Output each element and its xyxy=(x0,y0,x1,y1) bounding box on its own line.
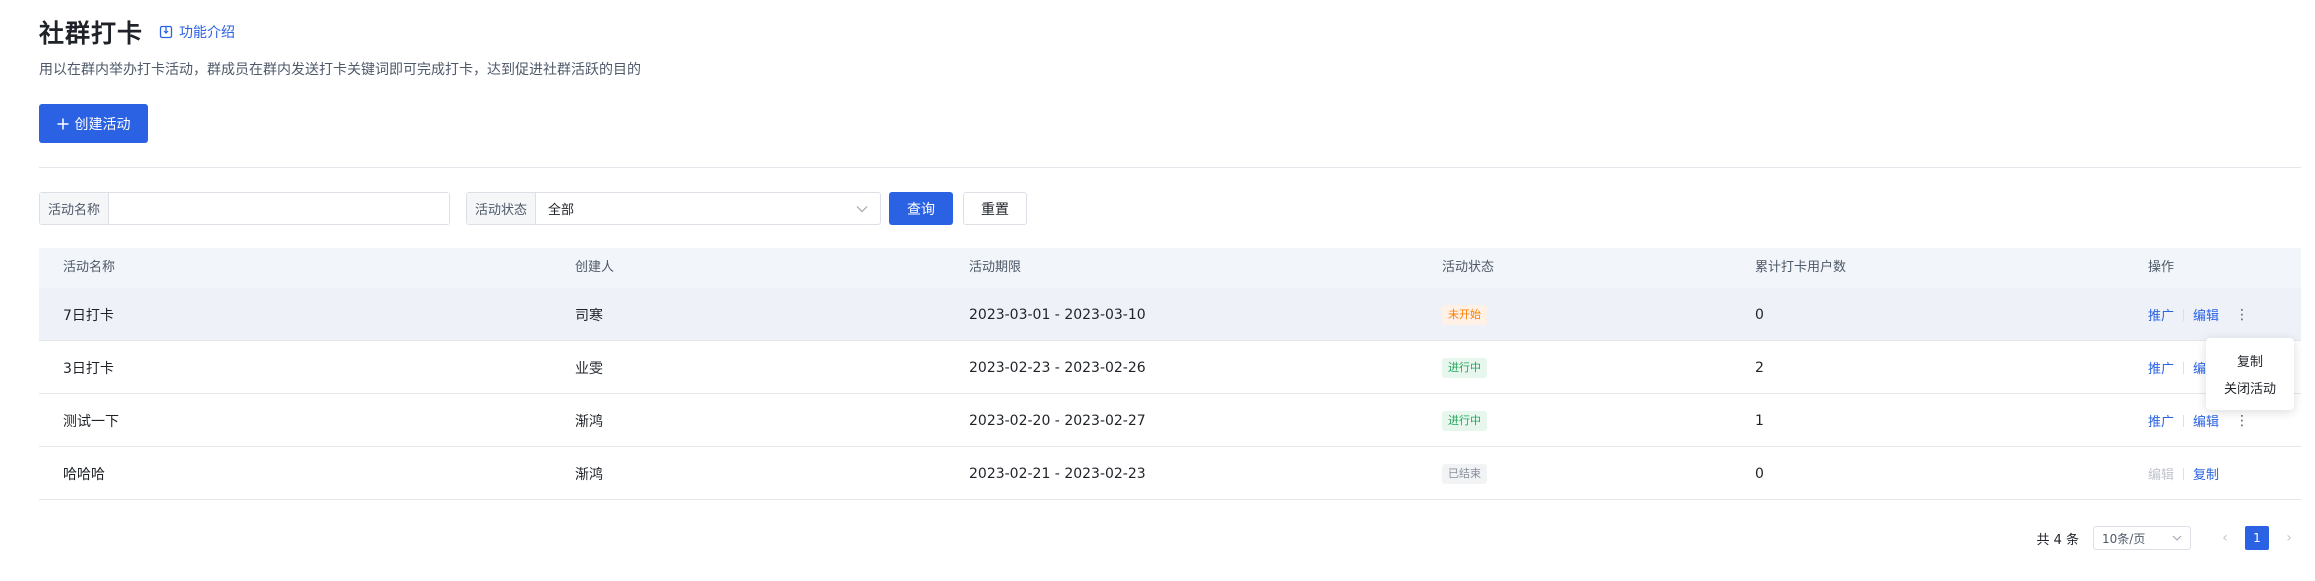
column-header-status: 活动状态 xyxy=(1442,260,1495,275)
row-checkin-count: 1 xyxy=(1755,412,1764,429)
chevron-down-icon xyxy=(2172,535,2182,541)
feature-intro-link[interactable]: 功能介绍 xyxy=(159,22,235,42)
pagination: 共 4 条 10条/页 ‹ 1 › xyxy=(2036,526,2301,550)
column-header-period: 活动期限 xyxy=(969,260,1022,275)
plus-icon xyxy=(57,118,68,129)
row-actions: 推广 编 xyxy=(2148,341,2206,394)
row-activity-name: 测试一下 xyxy=(63,413,119,430)
column-header-count: 累计打卡用户数 xyxy=(1755,260,1847,275)
row-period: 2023-02-21 - 2023-02-23 xyxy=(969,465,1146,482)
section-divider xyxy=(39,167,2301,168)
activity-status-value: 全部 xyxy=(548,203,575,218)
table-row: 7日打卡 司寒 2023-03-01 - 2023-03-10 未开始 0 推广… xyxy=(39,288,2301,341)
filter-bar: 活动名称 活动状态 全部 查询 重置 xyxy=(39,192,1028,225)
dropdown-item-close-activity[interactable]: 关闭活动 xyxy=(2224,378,2276,397)
feature-intro-label: 功能介绍 xyxy=(179,25,236,41)
edit-link[interactable]: 编辑 xyxy=(2193,411,2219,430)
action-separator xyxy=(2183,414,2185,427)
row-activity-name: 哈哈哈 xyxy=(63,466,105,483)
chevron-right-icon[interactable]: › xyxy=(2277,530,2301,546)
column-header-creator: 创建人 xyxy=(575,260,615,275)
status-badge: 已结束 xyxy=(1442,463,1487,484)
activity-name-label: 活动名称 xyxy=(40,193,110,224)
page-description: 用以在群内举办打卡活动，群成员在群内发送打卡关键词即可完成打卡，达到促进社群活跃… xyxy=(39,62,641,78)
more-vertical-icon[interactable]: ⋮ xyxy=(2235,308,2249,322)
table-header: 活动名称 创建人 活动期限 活动状态 累计打卡用户数 操作 xyxy=(39,248,2301,288)
dropdown-item-copy[interactable]: 复制 xyxy=(2237,351,2263,370)
row-period: 2023-03-01 - 2023-03-10 xyxy=(969,306,1146,323)
column-header-actions: 操作 xyxy=(2148,260,2175,275)
row-status: 进行中 xyxy=(1442,394,1487,447)
column-header-name: 活动名称 xyxy=(63,260,116,275)
more-vertical-icon[interactable]: ⋮ xyxy=(2235,414,2249,428)
chevron-down-icon xyxy=(856,205,868,212)
page-number-current[interactable]: 1 xyxy=(2245,526,2269,550)
row-actions: 推广 编辑 ⋮ xyxy=(2148,288,2249,341)
action-separator xyxy=(2183,361,2185,374)
edit-link[interactable]: 编辑 xyxy=(2193,305,2219,324)
promote-link[interactable]: 推广 xyxy=(2148,358,2174,377)
page-size-value: 10条/页 xyxy=(2102,531,2146,546)
table-row: 3日打卡 业雯 2023-02-23 - 2023-02-26 进行中 2 推广… xyxy=(39,341,2301,394)
row-checkin-count: 0 xyxy=(1755,306,1764,323)
status-badge: 进行中 xyxy=(1442,410,1487,431)
action-separator xyxy=(2183,467,2185,480)
row-status: 已结束 xyxy=(1442,447,1487,500)
row-creator: 司寒 xyxy=(575,307,603,324)
page-size-select[interactable]: 10条/页 xyxy=(2093,526,2191,550)
copy-link[interactable]: 复制 xyxy=(2193,464,2219,483)
edit-link-disabled: 编辑 xyxy=(2148,468,2175,483)
query-button[interactable]: 查询 xyxy=(889,192,954,225)
book-icon xyxy=(159,25,173,39)
page-header: 社群打卡 功能介绍 xyxy=(39,14,235,50)
row-period: 2023-02-23 - 2023-02-26 xyxy=(969,359,1146,376)
row-activity-name: 3日打卡 xyxy=(63,360,114,377)
chevron-left-icon[interactable]: ‹ xyxy=(2213,530,2237,546)
reset-button[interactable]: 重置 xyxy=(963,192,1028,225)
row-checkin-count: 2 xyxy=(1755,359,1764,376)
activity-name-filter: 活动名称 xyxy=(39,192,451,225)
row-creator: 渐鸿 xyxy=(575,413,603,430)
row-activity-name: 7日打卡 xyxy=(63,307,114,324)
row-checkin-count: 0 xyxy=(1755,465,1764,482)
create-activity-label: 创建活动 xyxy=(74,116,131,133)
activity-status-label: 活动状态 xyxy=(467,193,537,224)
action-separator xyxy=(2183,308,2185,321)
table-row: 哈哈哈 渐鸿 2023-02-21 - 2023-02-23 已结束 0 编辑 … xyxy=(39,447,2301,500)
row-creator: 业雯 xyxy=(575,360,603,377)
status-badge: 未开始 xyxy=(1442,304,1487,325)
page: 社群打卡 功能介绍 用以在群内举办打卡活动，群成员在群内发送打卡关键词即可完成打… xyxy=(39,0,2301,581)
promote-link[interactable]: 推广 xyxy=(2148,411,2174,430)
row-status: 进行中 xyxy=(1442,341,1487,394)
create-activity-button[interactable]: 创建活动 xyxy=(39,104,148,143)
status-badge: 进行中 xyxy=(1442,357,1487,378)
more-actions-dropdown: 复制 关闭活动 xyxy=(2206,338,2294,410)
edit-link[interactable]: 编 xyxy=(2193,358,2206,377)
promote-link[interactable]: 推广 xyxy=(2148,305,2174,324)
row-status: 未开始 xyxy=(1442,288,1487,341)
activity-status-select[interactable]: 全部 xyxy=(536,193,880,224)
row-actions: 编辑 复制 xyxy=(2148,447,2219,500)
activity-status-filter: 活动状态 全部 xyxy=(466,192,882,225)
table-row: 测试一下 渐鸿 2023-02-20 - 2023-02-27 进行中 1 推广… xyxy=(39,394,2301,447)
total-count: 共 4 条 xyxy=(2036,532,2079,548)
row-period: 2023-02-20 - 2023-02-27 xyxy=(969,412,1146,429)
activity-name-input[interactable] xyxy=(109,193,450,224)
page-title: 社群打卡 xyxy=(39,19,144,48)
row-creator: 渐鸿 xyxy=(575,466,603,483)
activity-table: 活动名称 创建人 活动期限 活动状态 累计打卡用户数 操作 7日打卡 司寒 20… xyxy=(39,248,2301,500)
